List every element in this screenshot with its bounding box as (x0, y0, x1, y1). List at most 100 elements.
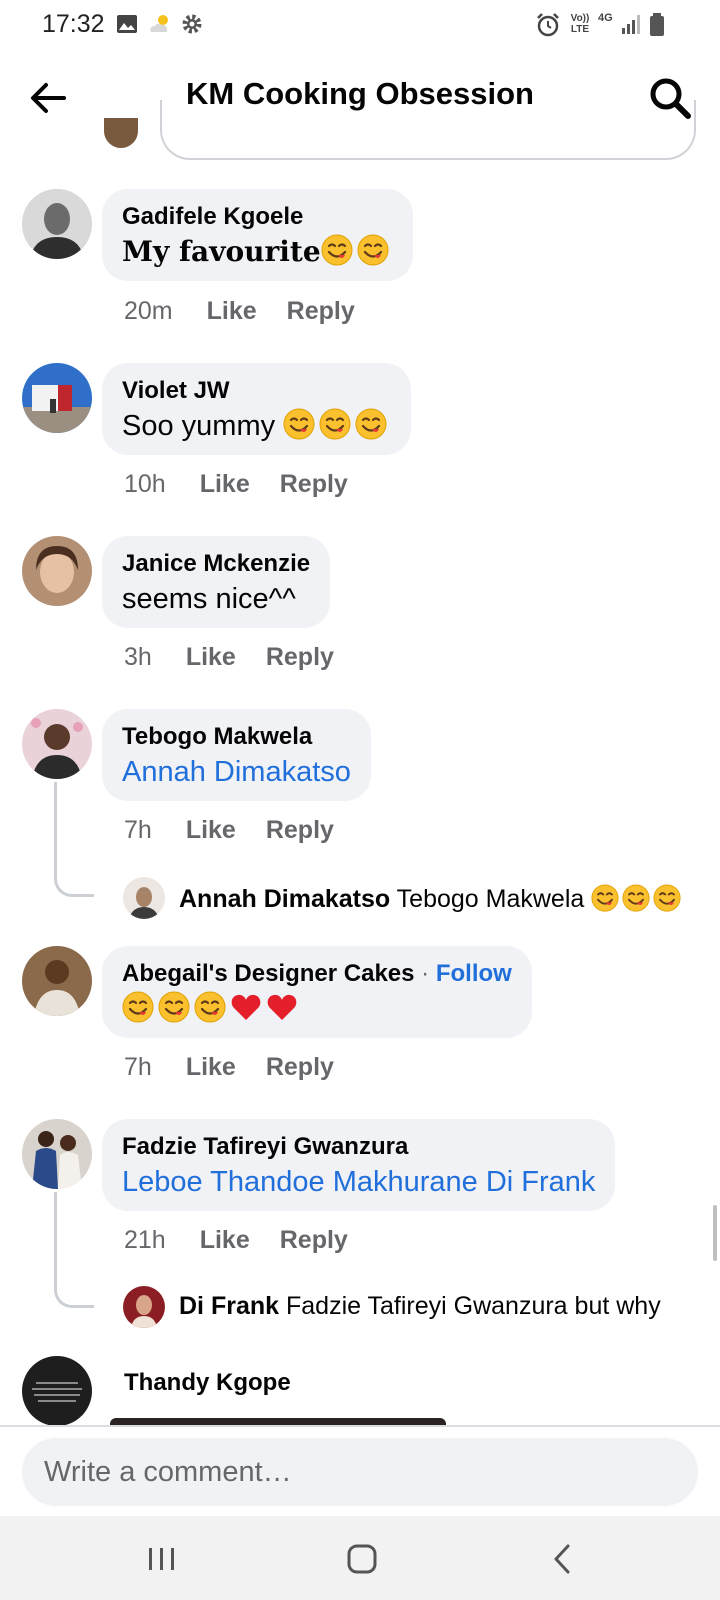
avatar-photo (22, 1356, 92, 1426)
like-button[interactable]: Like (186, 816, 236, 844)
comment-time: 21h (124, 1226, 166, 1254)
alarm-icon (537, 13, 559, 37)
reply-comment[interactable]: Annah Dimakatso Tebogo Makwela (179, 884, 684, 914)
reply-avatar[interactable] (123, 1286, 165, 1328)
like-button[interactable]: Like (186, 643, 236, 671)
avatar-photo (22, 709, 92, 779)
comment-actions: 3h Like Reply (124, 643, 364, 672)
comment-input[interactable] (22, 1438, 698, 1506)
comment-time: 7h (124, 1053, 152, 1081)
comment-actions: 7h Like Reply (124, 816, 364, 845)
comment-bubble[interactable]: Abegail's Designer Cakes · Follow (102, 946, 532, 1038)
comment-text-content: Soo yummy (122, 410, 276, 442)
gallery-icon (117, 15, 137, 33)
comment-bubble[interactable]: Fadzie Tafireyi Gwanzura Leboe Thandoe M… (102, 1119, 616, 1211)
status-bar: 17:32 Vo)) LTE 4G (0, 0, 720, 52)
heart-icon (266, 991, 298, 1023)
avatar-photo (22, 363, 92, 433)
comment-bubble[interactable]: Tebogo Makwela Annah Dimakatso (102, 709, 371, 801)
home-icon[interactable] (337, 1534, 387, 1584)
comment-time: 10h (124, 470, 166, 498)
yum-emoji-icon (122, 991, 154, 1023)
reply-button[interactable]: Reply (266, 643, 334, 671)
reply-thread-line (54, 1192, 94, 1308)
comment-text-content: My favourite (122, 235, 321, 268)
system-nav-bar (0, 1516, 720, 1600)
comment-text: My favourite (122, 232, 393, 272)
comment-author[interactable]: Thandy Kgope (124, 1368, 291, 1398)
comment-bubble[interactable]: Janice Mckenzie seems nice^^ (102, 536, 331, 628)
like-button[interactable]: Like (186, 1053, 236, 1081)
4g-data-icon: 4G (598, 12, 613, 24)
avatar[interactable] (22, 946, 92, 1016)
comment-time: 7h (124, 816, 152, 844)
weather-icon (150, 15, 168, 32)
yum-emoji-icon (321, 234, 353, 266)
yum-emoji-icon (283, 408, 315, 440)
reply-button[interactable]: Reply (287, 297, 355, 325)
follow-button[interactable]: Follow (436, 960, 512, 987)
avatar[interactable] (22, 1119, 92, 1189)
scroll-indicator[interactable] (713, 1205, 717, 1261)
yum-emoji-icon (622, 884, 650, 912)
comment-author[interactable]: Gadifele Kgoele (122, 202, 393, 232)
reply-author[interactable]: Di Frank (179, 1292, 279, 1320)
comment-author[interactable]: Fadzie Tafireyi Gwanzura (122, 1132, 595, 1162)
comment-bubble[interactable]: Violet JW Soo yummy (102, 363, 412, 455)
comment-author[interactable]: Janice Mckenzie (122, 549, 310, 579)
avatar-photo (123, 877, 165, 919)
comment-author[interactable]: Abegail's Designer Cakes (122, 960, 415, 987)
avatar[interactable] (22, 363, 92, 433)
recent-apps-icon[interactable] (137, 1534, 187, 1584)
avatar-photo (22, 189, 92, 259)
volte-icon: Vo)) LTE (570, 13, 590, 35)
comment-author[interactable]: Tebogo Makwela (122, 722, 351, 752)
avatar[interactable] (22, 536, 92, 606)
yum-emoji-icon (357, 234, 389, 266)
signal-icon (622, 15, 640, 34)
like-button[interactable]: Like (207, 297, 257, 325)
comment-composer[interactable] (22, 1438, 698, 1506)
divider (0, 1425, 720, 1427)
comment-bubble[interactable]: Gadifele Kgoele My favourite (102, 189, 413, 281)
yum-emoji-icon (319, 408, 351, 440)
yum-emoji-icon (591, 884, 619, 912)
previous-comment-avatar[interactable] (104, 118, 138, 148)
reply-button[interactable]: Reply (266, 1053, 334, 1081)
settings-gear-icon (182, 14, 202, 34)
comment-actions: 20m Like Reply (124, 297, 385, 326)
reply-button[interactable]: Reply (266, 816, 334, 844)
yum-emoji-icon (355, 408, 387, 440)
battery-icon (650, 13, 664, 36)
yum-emoji-icon (158, 991, 190, 1023)
reply-button[interactable]: Reply (280, 470, 348, 498)
reply-avatar[interactable] (123, 877, 165, 919)
reply-text: Tebogo Makwela (396, 885, 585, 913)
heart-icon (230, 991, 262, 1023)
reply-comment[interactable]: Di Frank Fadzie Tafireyi Gwanzura but wh… (179, 1292, 661, 1321)
avatar[interactable] (22, 1356, 92, 1426)
comment-time: 20m (124, 297, 173, 325)
yum-emoji-icon (653, 884, 681, 912)
reply-author[interactable]: Annah Dimakatso (179, 885, 390, 913)
comment-author-line: Abegail's Designer Cakes · Follow (122, 959, 512, 989)
comment-text: seems nice^^ (122, 583, 296, 615)
avatar-photo (22, 536, 92, 606)
follow-separator: · (421, 960, 430, 987)
previous-comment-bubble[interactable] (160, 100, 696, 160)
avatar[interactable] (22, 709, 92, 779)
avatar-photo (22, 1119, 92, 1189)
mention-link[interactable]: Annah Dimakatso (122, 752, 351, 792)
comment-author[interactable]: Violet JW (122, 376, 391, 406)
comment-actions: 7h Like Reply (124, 1053, 364, 1082)
comment-actions: 10h Like Reply (124, 470, 378, 499)
back-icon[interactable] (538, 1534, 588, 1584)
yum-emoji-icon (194, 991, 226, 1023)
avatar[interactable] (22, 189, 92, 259)
like-button[interactable]: Like (200, 470, 250, 498)
avatar-photo (22, 946, 92, 1016)
like-button[interactable]: Like (200, 1226, 250, 1254)
mention-link[interactable]: Leboe Thandoe Makhurane Di Frank (122, 1162, 595, 1202)
comment-actions: 21h Like Reply (124, 1226, 378, 1255)
reply-button[interactable]: Reply (280, 1226, 348, 1254)
